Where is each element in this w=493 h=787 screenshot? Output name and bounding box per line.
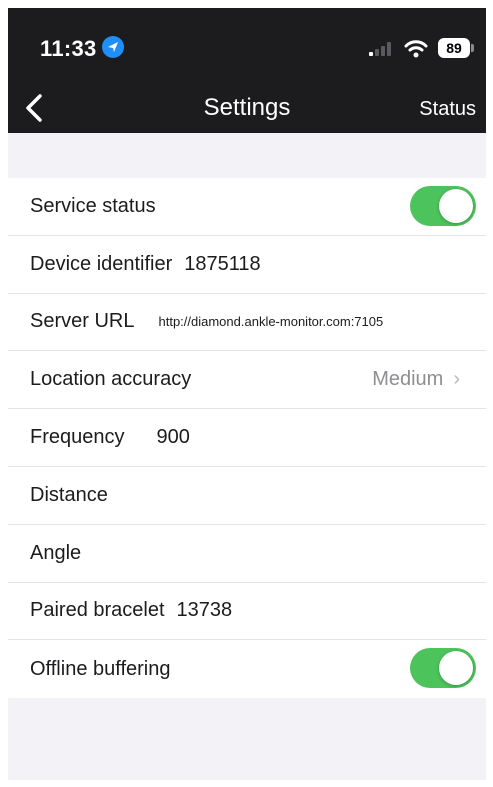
frequency-row[interactable]: Frequency 900: [8, 409, 486, 467]
paired-bracelet-label: Paired bracelet: [30, 599, 165, 622]
settings-list: Service status Device identifier 1875118…: [8, 178, 486, 698]
angle-row[interactable]: Angle: [8, 525, 486, 583]
top-bar: 11:33 89 Settings Status: [8, 8, 486, 133]
frequency-label: Frequency: [30, 426, 125, 449]
section-spacer-bottom: [8, 698, 486, 780]
server-url-value: http://diamond.ankle-monitor.com:7105: [158, 314, 384, 330]
chevron-right-icon: ›: [453, 368, 460, 391]
offline-buffering-toggle[interactable]: [410, 648, 476, 689]
paired-bracelet-value: 13738: [176, 599, 233, 622]
service-status-row: Service status: [8, 178, 486, 236]
section-spacer-top: [8, 133, 486, 178]
paired-bracelet-row[interactable]: Paired bracelet 13738: [8, 583, 486, 641]
server-url-row[interactable]: Server URL http://diamond.ankle-monitor.…: [8, 294, 486, 352]
page-title: Settings: [203, 94, 291, 121]
status-button[interactable]: Status: [419, 98, 476, 121]
offline-buffering-row: Offline buffering: [8, 640, 486, 698]
service-status-toggle[interactable]: [410, 186, 476, 226]
device-identifier-label: Device identifier: [30, 252, 173, 275]
service-status-label: Service status: [30, 194, 156, 217]
offline-buffering-label: Offline buffering: [30, 657, 171, 680]
distance-row[interactable]: Distance: [8, 467, 486, 525]
location-accuracy-value: Medium: [372, 368, 444, 391]
toggle-knob: [439, 189, 473, 223]
battery-tip: [471, 44, 474, 52]
device-identifier-value: 1875118: [184, 252, 261, 275]
chevron-left-icon: [26, 94, 42, 122]
device-identifier-row[interactable]: Device identifier 1875118: [8, 236, 486, 294]
angle-label: Angle: [30, 541, 82, 564]
phone-screen: 11:33 89 Settings Status Service status …: [0, 0, 493, 787]
location-accuracy-row[interactable]: Location accuracy Medium ›: [8, 351, 486, 410]
server-url-label: Server URL: [30, 310, 135, 333]
location-arrow-icon: [102, 36, 124, 58]
cellular-signal-icon: [368, 41, 394, 57]
location-accuracy-label: Location accuracy: [30, 368, 192, 391]
wifi-icon: [404, 39, 428, 59]
frequency-value: 900: [156, 426, 190, 449]
status-time: 11:33: [40, 36, 97, 61]
battery-icon: 89: [438, 38, 470, 58]
distance-label: Distance: [30, 483, 108, 506]
toggle-knob: [439, 651, 473, 686]
back-button[interactable]: [20, 90, 50, 126]
location-accuracy-selector[interactable]: Medium ›: [372, 368, 460, 391]
